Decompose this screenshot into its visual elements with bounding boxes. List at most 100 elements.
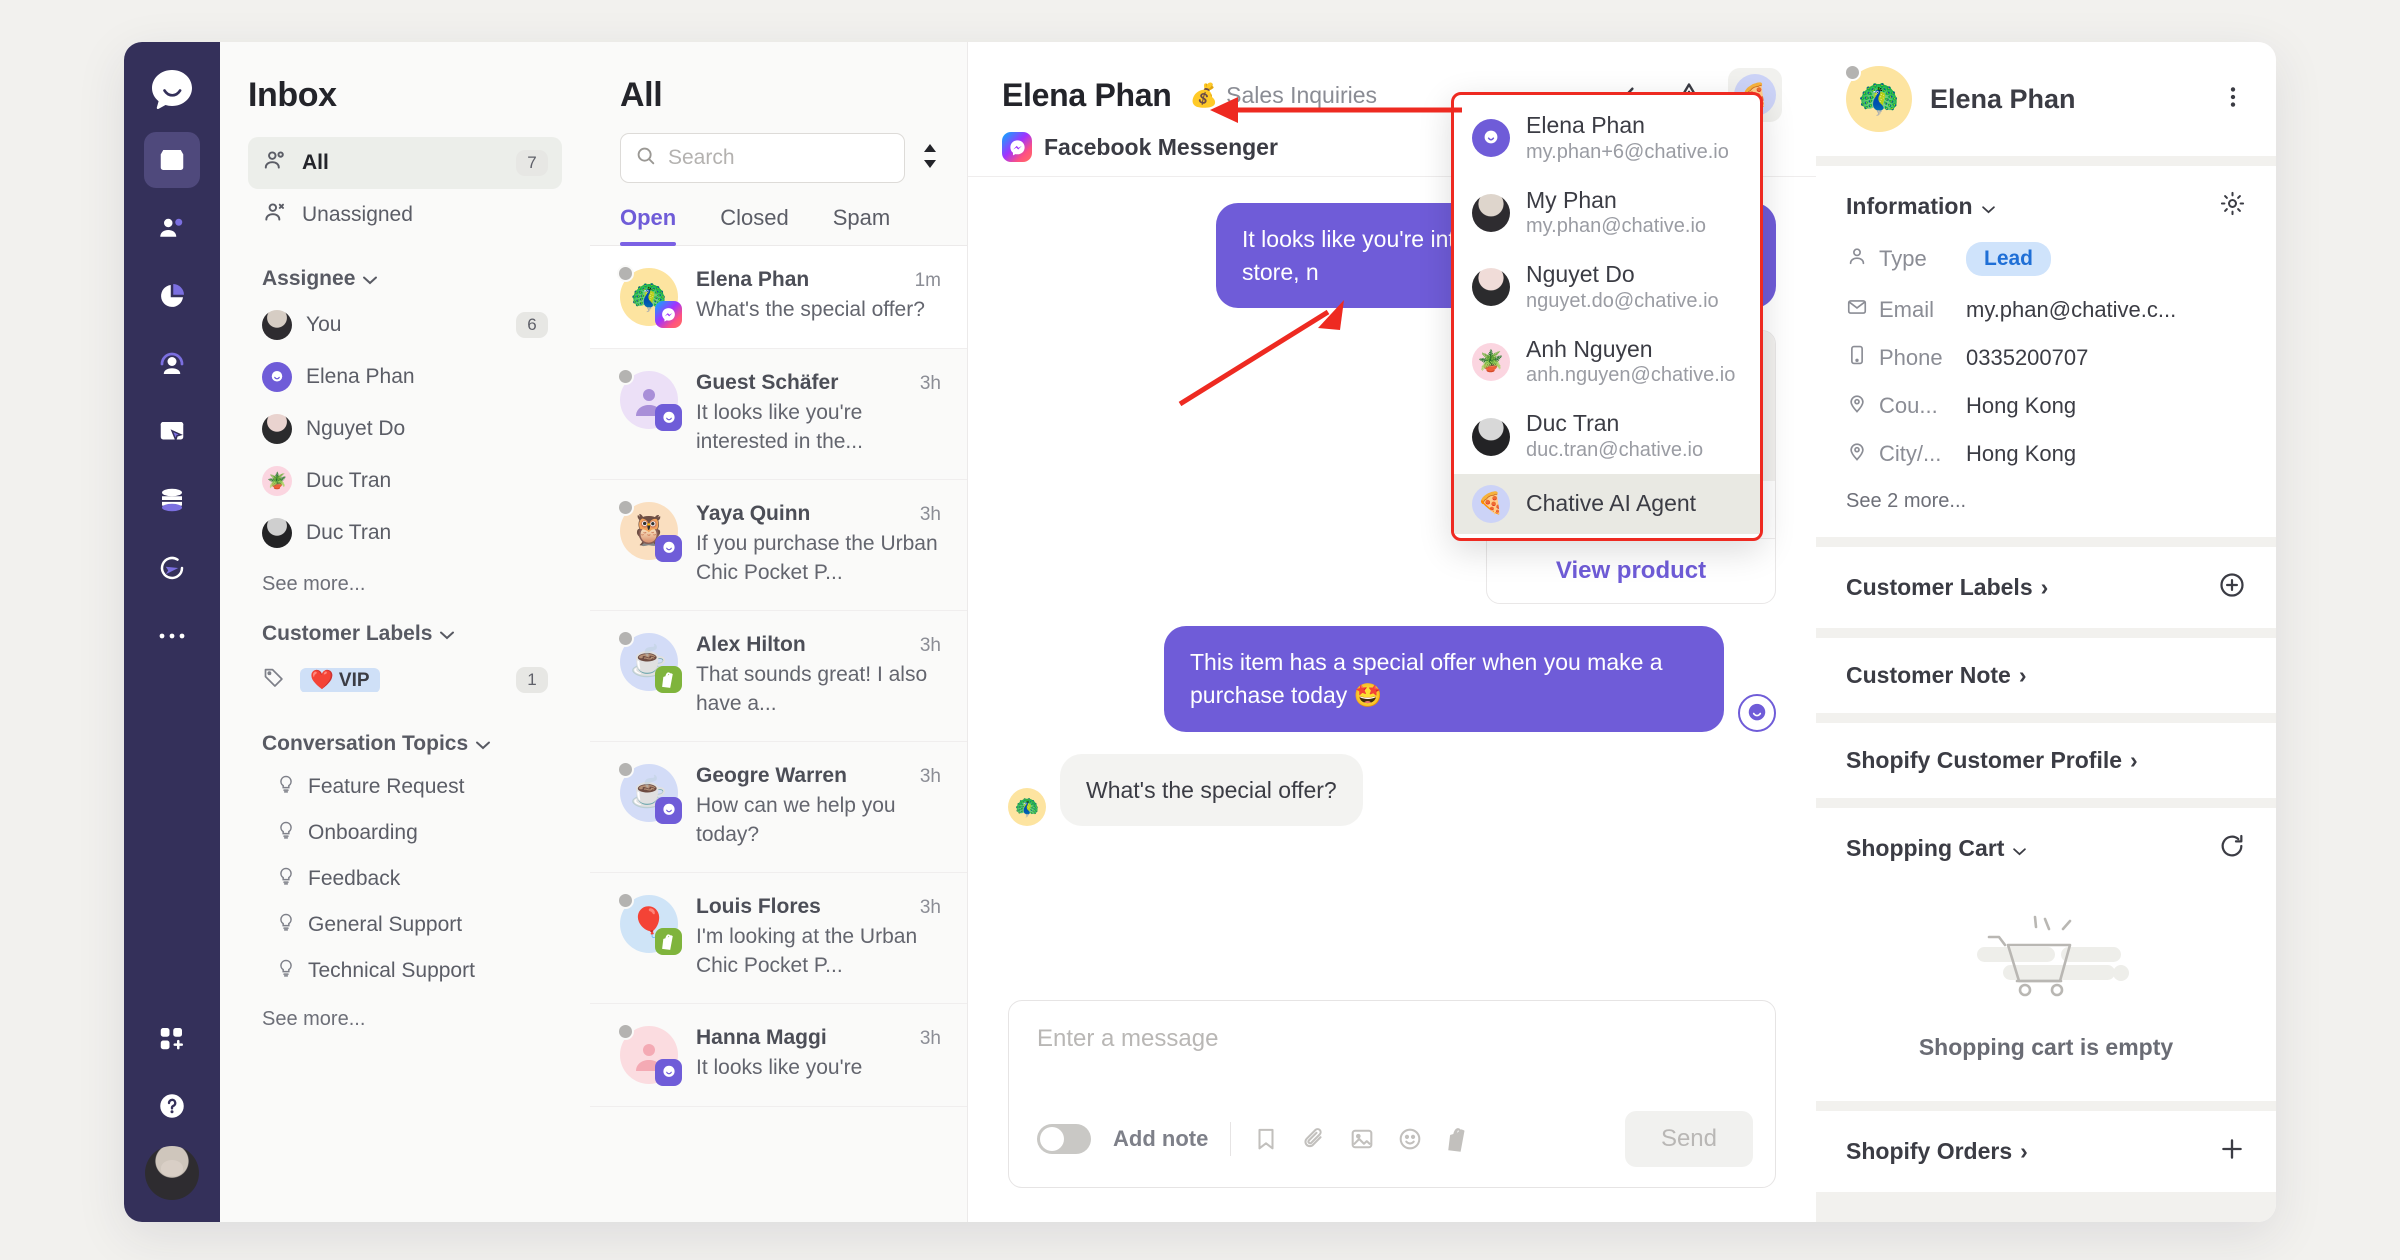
sidebar-item-inbox[interactable] <box>144 132 200 188</box>
sidebar-item-agents[interactable] <box>144 336 200 392</box>
sidebar-topic-feature-request[interactable]: Feature Request <box>248 764 562 810</box>
sidebar-item-contacts[interactable] <box>144 200 200 256</box>
menu-item[interactable]: Duc Tran duc.tran@chative.io <box>1454 399 1760 474</box>
contact-header-card: 🦚 Elena Phan <box>1816 42 2276 156</box>
status-dot <box>1844 64 1861 81</box>
plus-icon[interactable] <box>2218 1135 2246 1168</box>
bookmark-icon[interactable] <box>1253 1126 1279 1152</box>
app-window: Inbox All 7 Unassigned Assignee You 6 El… <box>124 42 2276 1222</box>
conversation-name: Alex Hilton <box>696 632 806 656</box>
menu-item-chative-ai-agent[interactable]: 🍕 Chative AI Agent <box>1454 473 1760 534</box>
paperclip-icon[interactable] <box>1301 1126 1327 1152</box>
shopping-cart-heading[interactable]: Shopping Cart <box>1846 835 2027 862</box>
sort-icon[interactable] <box>919 141 941 176</box>
sidebar-item-widget[interactable] <box>144 404 200 460</box>
sidebar-topic-onboarding[interactable]: Onboarding <box>248 810 562 856</box>
list-item[interactable]: 🎈 Louis Flores 3h I'm looking at the Urb… <box>590 873 967 1004</box>
information-heading[interactable]: Information <box>1846 193 1996 220</box>
tab-closed[interactable]: Closed <box>720 205 810 245</box>
sidebar-item-more[interactable] <box>144 608 200 664</box>
avatar: 🦚 <box>1844 64 1912 132</box>
sidebar-assignee-duc-tran[interactable]: Duc Tran <box>248 507 562 559</box>
chat-topic: 💰 Sales Inquiries <box>1190 82 1378 109</box>
list-item[interactable]: 🦚 Elena Phan 1m What's the special offer… <box>590 246 967 349</box>
conversation-name: Louis Flores <box>696 894 821 918</box>
channel-badge-chative <box>655 796 682 824</box>
list-item[interactable]: Guest Schäfer 3h It looks like you're in… <box>590 349 967 480</box>
plus-circle-icon[interactable] <box>2218 571 2246 604</box>
sidebar-assignee-elena-phan[interactable]: Elena Phan <box>248 351 562 403</box>
user-avatar[interactable] <box>145 1146 199 1200</box>
sidebar-item-reports[interactable] <box>144 268 200 324</box>
sidebar-item-automation[interactable] <box>144 540 200 596</box>
list-title: All <box>620 76 663 114</box>
question-circle-icon <box>157 1091 187 1121</box>
sidebar-topic-technical-support[interactable]: Technical Support <box>248 948 562 994</box>
avatar <box>617 368 682 431</box>
conversation-name: Geogre Warren <box>696 763 847 787</box>
assignee-dropdown[interactable]: Elena Phan my.phan+6@chative.io My Phan … <box>1451 92 1763 541</box>
status-dot <box>617 891 634 909</box>
phone-icon <box>1846 344 1868 372</box>
information-see-more[interactable]: See 2 more... <box>1846 490 2246 513</box>
menu-item[interactable]: Nguyet Do nguyet.do@chative.io <box>1454 250 1760 325</box>
sidebar-section-assignee[interactable]: Assignee <box>262 267 562 291</box>
assignee-see-more[interactable]: See more... <box>262 573 562 596</box>
add-note-toggle[interactable] <box>1037 1124 1091 1154</box>
sidebar-item-data[interactable] <box>144 472 200 528</box>
info-row-email: Email my.phan@chative.c... <box>1846 296 2246 324</box>
list-item[interactable]: Hanna Maggi 3h It looks like you're <box>590 1004 967 1107</box>
info-label: Phone <box>1879 345 1943 370</box>
shopify-icon[interactable] <box>1445 1126 1471 1152</box>
chat-title: Elena Phan <box>1002 76 1172 113</box>
message-composer[interactable]: Enter a message Add note Send <box>1008 1000 1776 1188</box>
conversation-preview: That sounds great! I also have a... <box>696 662 928 715</box>
sidebar-item-help[interactable] <box>144 1078 200 1134</box>
status-dot <box>617 760 634 778</box>
chative-logo-icon[interactable] <box>144 62 200 118</box>
status-dot <box>617 1022 634 1040</box>
search-box[interactable] <box>620 133 905 183</box>
shopify-orders-section[interactable]: Shopify Orders › <box>1816 1111 2276 1192</box>
search-input[interactable] <box>668 146 890 170</box>
list-item[interactable]: ☕ Alex Hilton 3h That sounds great! I al… <box>590 611 967 742</box>
sidebar-topic-general-support[interactable]: General Support <box>248 902 562 948</box>
tab-spam[interactable]: Spam <box>833 205 912 245</box>
sender-avatar: 🦚 <box>1008 788 1046 827</box>
gear-icon[interactable] <box>2219 190 2246 222</box>
conversation-time: 3h <box>919 765 941 787</box>
more-vertical-icon[interactable] <box>2220 84 2246 115</box>
sidebar-filter-all[interactable]: All 7 <box>248 137 562 189</box>
chevron-down-icon <box>2012 835 2027 862</box>
conversation-preview: How can we help you today? <box>696 793 896 846</box>
menu-item[interactable]: Elena Phan my.phan+6@chative.io <box>1454 101 1760 176</box>
list-item[interactable]: ☕ Geogre Warren 3h How can we help you t… <box>590 742 967 873</box>
conversation-name: Elena Phan <box>696 268 810 291</box>
sidebar-assignee-nguyet-do[interactable]: Nguyet Do <box>248 403 562 455</box>
menu-item[interactable]: 🪴 Anh Nguyen anh.nguyen@chative.io <box>1454 325 1760 400</box>
view-product-button[interactable]: View product <box>1487 538 1775 603</box>
sidebar-item-apps[interactable] <box>144 1010 200 1066</box>
avatar: 🎈 <box>617 891 682 955</box>
sidebar-assignee-you[interactable]: You 6 <box>248 299 562 351</box>
sidebar-assignee-anh-nguyen[interactable]: 🪴 Duc Tran <box>248 455 562 507</box>
image-icon[interactable] <box>1349 1126 1375 1152</box>
tab-open[interactable]: Open <box>620 205 698 246</box>
sidebar-section-conversation-topics[interactable]: Conversation Topics <box>262 732 562 756</box>
customer-note-section[interactable]: Customer Note › <box>1816 638 2276 713</box>
sidebar-section-customer-labels[interactable]: Customer Labels <box>262 622 562 646</box>
refresh-icon[interactable] <box>2218 832 2246 865</box>
list-item[interactable]: 🦉 Yaya Quinn 3h If you purchase the Urba… <box>590 480 967 611</box>
topics-see-more[interactable]: See more... <box>262 1008 562 1031</box>
headset-icon <box>157 349 187 379</box>
send-button[interactable]: Send <box>1624 1111 1753 1167</box>
sidebar-topic-feedback[interactable]: Feedback <box>248 856 562 902</box>
search-row <box>590 133 967 183</box>
sidebar-label-vip[interactable]: ❤️ VIP 1 <box>248 654 562 706</box>
customer-labels-section[interactable]: Customer Labels › <box>1816 547 2276 628</box>
menu-item[interactable]: My Phan my.phan@chative.io <box>1454 176 1760 251</box>
shopify-customer-profile-section[interactable]: Shopify Customer Profile › <box>1816 723 2276 798</box>
composer-placeholder[interactable]: Enter a message <box>1009 1001 1775 1053</box>
emoji-icon[interactable] <box>1397 1126 1423 1152</box>
sidebar-filter-unassigned[interactable]: Unassigned <box>248 189 562 241</box>
